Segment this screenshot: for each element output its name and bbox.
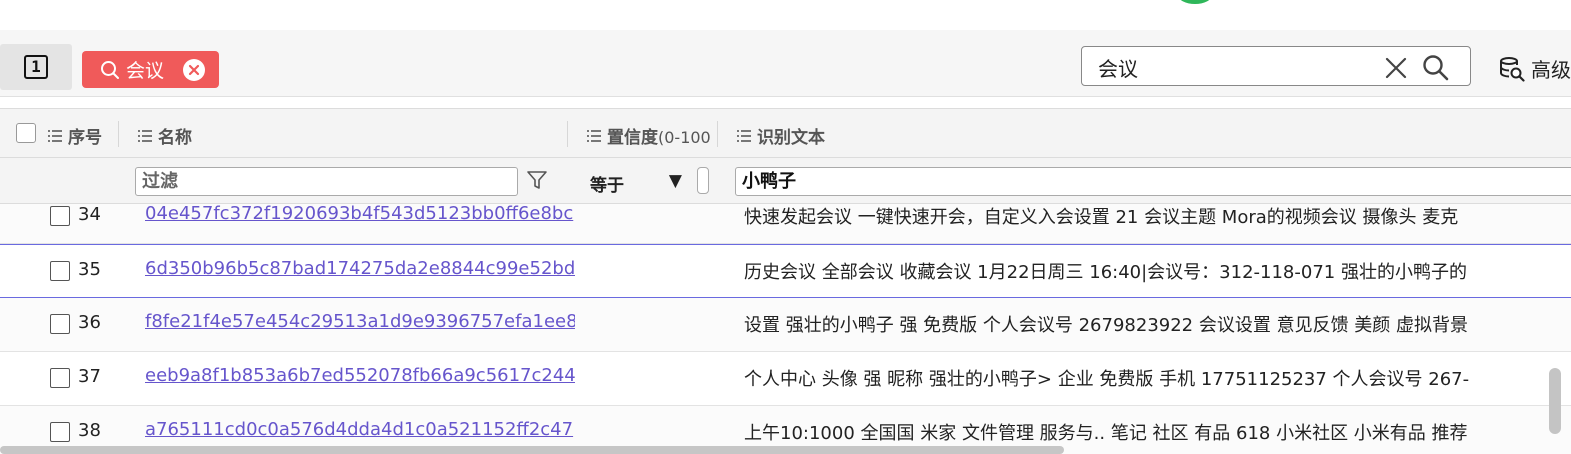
row-text: 历史会议 全部会议 收藏会议 1月22日周三 16:40|会议号：312-118… <box>744 262 1467 283</box>
column-divider[interactable] <box>118 121 119 147</box>
advanced-search-label: 高级 <box>1531 58 1571 82</box>
row-text: 上午10:1000 全国国 米家 文件管理 服务与.. 笔记 社区 有品 618… <box>744 423 1468 444</box>
row-seq: 36 <box>78 312 101 333</box>
table-row[interactable]: 36 f8fe21f4e57e454c29513a1d9e9396757efa1… <box>0 298 1571 352</box>
chip-label: 会议 <box>126 60 165 82</box>
clear-icon[interactable] <box>1385 57 1407 79</box>
column-menu-icon[interactable] <box>737 129 751 142</box>
search-icon <box>101 60 119 79</box>
row-name-link[interactable]: 04e457fc372f1920693b4f543d5123bb0ff6e8bc <box>145 204 575 224</box>
column-header-seq[interactable]: 序号 <box>48 123 102 148</box>
confidence-operator-select[interactable]: 等于 ▼ <box>590 171 682 196</box>
row-text: 快速发起会议 一键快速开会，自定义入会设置 21 会议主题 Mora的视频会议 … <box>744 207 1459 228</box>
column-label-text: 识别文本 <box>757 128 825 148</box>
column-menu-icon[interactable] <box>587 129 601 142</box>
column-label-name: 名称 <box>158 128 192 148</box>
top-strip <box>0 0 1571 30</box>
column-divider[interactable] <box>717 121 718 147</box>
search-filter-chip[interactable]: 会议 <box>82 51 219 88</box>
data-grid: 序号 名称 置信度(0-100 识别文本 过滤 等于 ▼ 小鸭子 34 04e4… <box>0 108 1571 454</box>
column-menu-icon[interactable] <box>138 129 152 142</box>
green-status-icon <box>1178 0 1212 4</box>
column-header-confidence[interactable]: 置信度(0-100 <box>587 123 715 148</box>
advanced-search-button[interactable]: 高级 <box>1499 54 1571 83</box>
row-checkbox[interactable] <box>50 261 70 281</box>
confidence-label: 置信度 <box>607 128 658 148</box>
column-label-confidence: 置信度(0-100 <box>607 123 711 148</box>
text-filter-input[interactable]: 小鸭子 <box>735 167 1571 196</box>
row-checkbox[interactable] <box>50 368 70 388</box>
vertical-scrollbar[interactable] <box>1549 368 1561 434</box>
column-menu-icon[interactable] <box>48 129 62 142</box>
horizontal-scrollbar[interactable] <box>0 446 1064 454</box>
row-checkbox[interactable] <box>50 422 70 442</box>
name-filter-input[interactable]: 过滤 <box>135 167 518 196</box>
row-seq: 35 <box>78 259 101 280</box>
row-seq: 38 <box>78 420 101 441</box>
row-checkbox[interactable] <box>50 314 70 334</box>
row-seq: 34 <box>78 204 101 225</box>
search-input[interactable]: 会议 <box>1081 46 1471 86</box>
operator-value: 等于 <box>590 176 624 196</box>
confidence-range: (0-100 <box>658 128 711 147</box>
row-name-link[interactable]: f8fe21f4e57e454c29513a1d9e9396757efa1ee8 <box>145 311 575 332</box>
selection-count-button[interactable]: 1 <box>0 44 72 90</box>
chip-remove-icon[interactable] <box>183 58 205 81</box>
table-row[interactable]: 35 6d350b96b5c87bad174275da2e8844c99e52b… <box>0 244 1571 298</box>
row-name-link[interactable]: a765111cd0c0a576d4dda4d1c0a521152ff2c47 <box>145 419 575 440</box>
row-name-link[interactable]: 6d350b96b5c87bad174275da2e8844c99e52bd <box>145 258 575 279</box>
table-row[interactable]: 37 eeb9a8f1b853a6b7ed552078fb66a9c5617c2… <box>0 352 1571 406</box>
toolbar: 1 会议 会议 高级 <box>0 30 1571 97</box>
select-all-checkbox[interactable] <box>16 123 36 143</box>
column-label-seq: 序号 <box>68 128 102 148</box>
grid-header: 序号 名称 置信度(0-100 识别文本 <box>0 108 1571 158</box>
confidence-value-input[interactable] <box>697 167 709 194</box>
selection-count: 1 <box>24 55 48 79</box>
table-row[interactable]: 34 04e457fc372f1920693b4f543d5123bb0ff6e… <box>0 204 1571 244</box>
filter-row: 过滤 等于 ▼ 小鸭子 <box>0 158 1571 204</box>
row-name-link[interactable]: eeb9a8f1b853a6b7ed552078fb66a9c5617c244 <box>145 365 575 386</box>
column-divider[interactable] <box>567 121 568 147</box>
grid-body: 34 04e457fc372f1920693b4f543d5123bb0ff6e… <box>0 204 1571 454</box>
search-input-value: 会议 <box>1098 57 1138 81</box>
row-seq: 37 <box>78 366 101 387</box>
search-submit-icon[interactable] <box>1422 54 1450 82</box>
filter-icon[interactable] <box>526 169 548 191</box>
row-text: 个人中心 头像 强 昵称 强壮的小鸭子> 企业 免费版 手机 177511252… <box>744 369 1470 390</box>
row-checkbox[interactable] <box>50 206 70 226</box>
row-text: 设置 强壮的小鸭子 强 免费版 个人会议号 2679823922 会议设置 意见… <box>744 315 1469 336</box>
column-header-name[interactable]: 名称 <box>138 123 192 148</box>
database-search-icon <box>1500 56 1525 82</box>
column-header-text[interactable]: 识别文本 <box>737 123 825 148</box>
dropdown-arrow-icon: ▼ <box>668 171 682 191</box>
